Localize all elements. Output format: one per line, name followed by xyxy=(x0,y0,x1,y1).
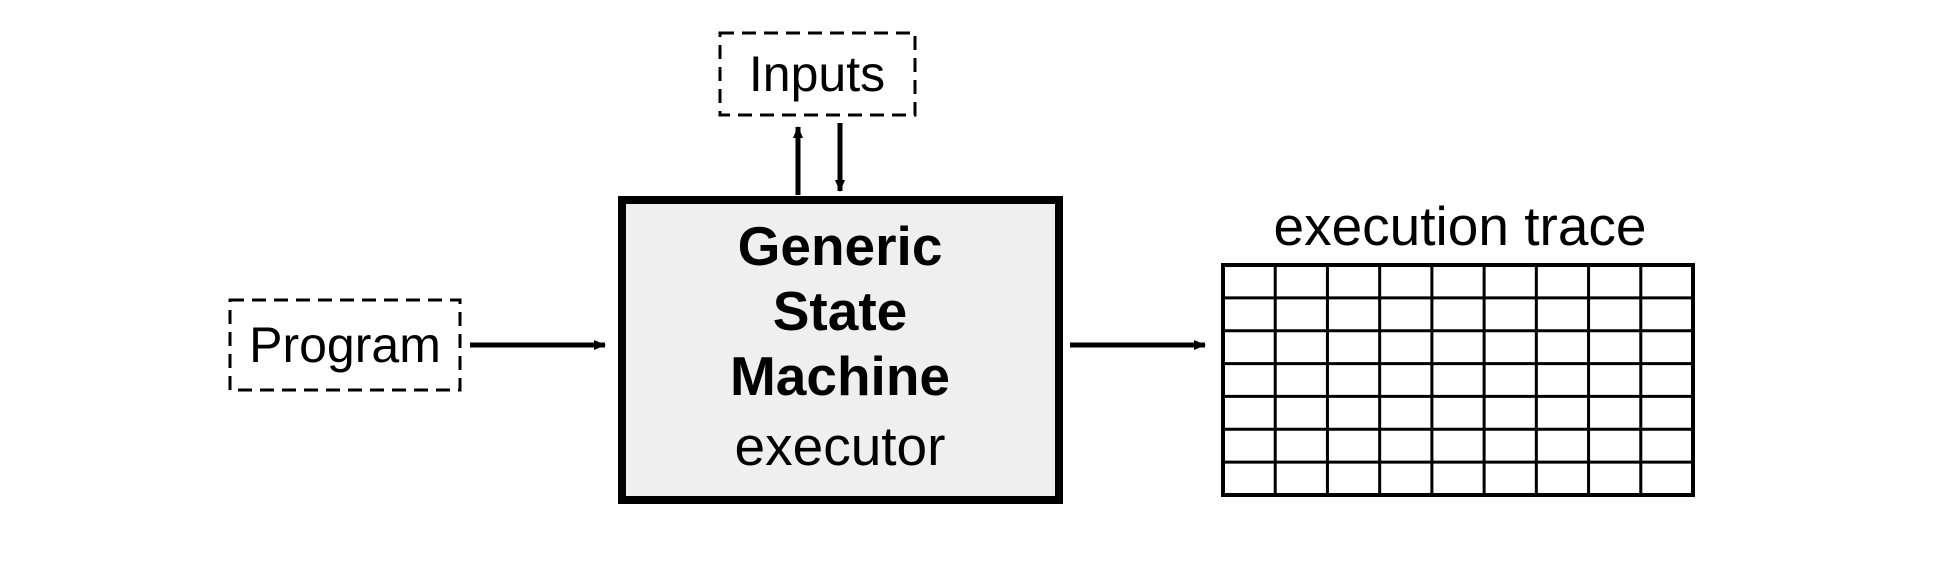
state-machine-box: Generic State Machine executor xyxy=(622,200,1059,500)
state-machine-diagram: Program Inputs Generic State Machine exe… xyxy=(0,0,1943,577)
inputs-label: Inputs xyxy=(749,46,885,102)
machine-line1: Generic xyxy=(738,215,943,277)
machine-line3: Machine xyxy=(730,345,950,407)
inputs-box: Inputs xyxy=(720,33,915,115)
trace-grid-outline xyxy=(1223,265,1693,495)
machine-line2: State xyxy=(773,280,908,342)
trace-label: execution trace xyxy=(1274,195,1647,257)
program-box: Program xyxy=(230,300,460,390)
program-label: Program xyxy=(249,317,441,373)
machine-line4: executor xyxy=(735,415,946,477)
execution-trace-grid xyxy=(1223,265,1693,495)
